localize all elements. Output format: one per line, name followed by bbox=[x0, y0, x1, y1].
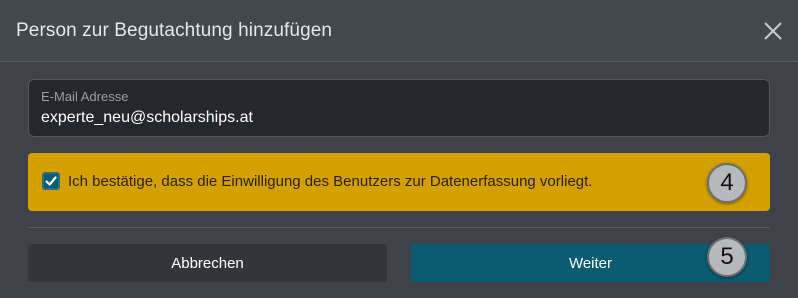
close-icon[interactable] bbox=[762, 20, 784, 42]
step-badge-5: 5 bbox=[707, 237, 747, 277]
email-field-label: E-Mail Adresse bbox=[41, 89, 129, 104]
consent-label[interactable]: Ich bestätige, dass die Einwilligung des… bbox=[68, 173, 592, 190]
email-field-value[interactable]: experte_neu@scholarships.at bbox=[41, 109, 253, 127]
consent-banner: Ich bestätige, dass die Einwilligung des… bbox=[28, 153, 770, 211]
email-field[interactable]: E-Mail Adresse experte_neu@scholarships.… bbox=[28, 79, 770, 137]
dialog-title: Person zur Begutachtung hinzufügen bbox=[16, 20, 333, 41]
dialog-header: Person zur Begutachtung hinzufügen bbox=[0, 0, 798, 62]
checkmark-icon bbox=[45, 176, 57, 186]
footer-divider bbox=[28, 227, 770, 228]
step-badge-4: 4 bbox=[707, 163, 747, 203]
cancel-button[interactable]: Abbrechen bbox=[28, 244, 387, 282]
add-reviewer-dialog: Person zur Begutachtung hinzufügen E-Mai… bbox=[0, 0, 798, 298]
consent-checkbox[interactable] bbox=[42, 172, 60, 190]
